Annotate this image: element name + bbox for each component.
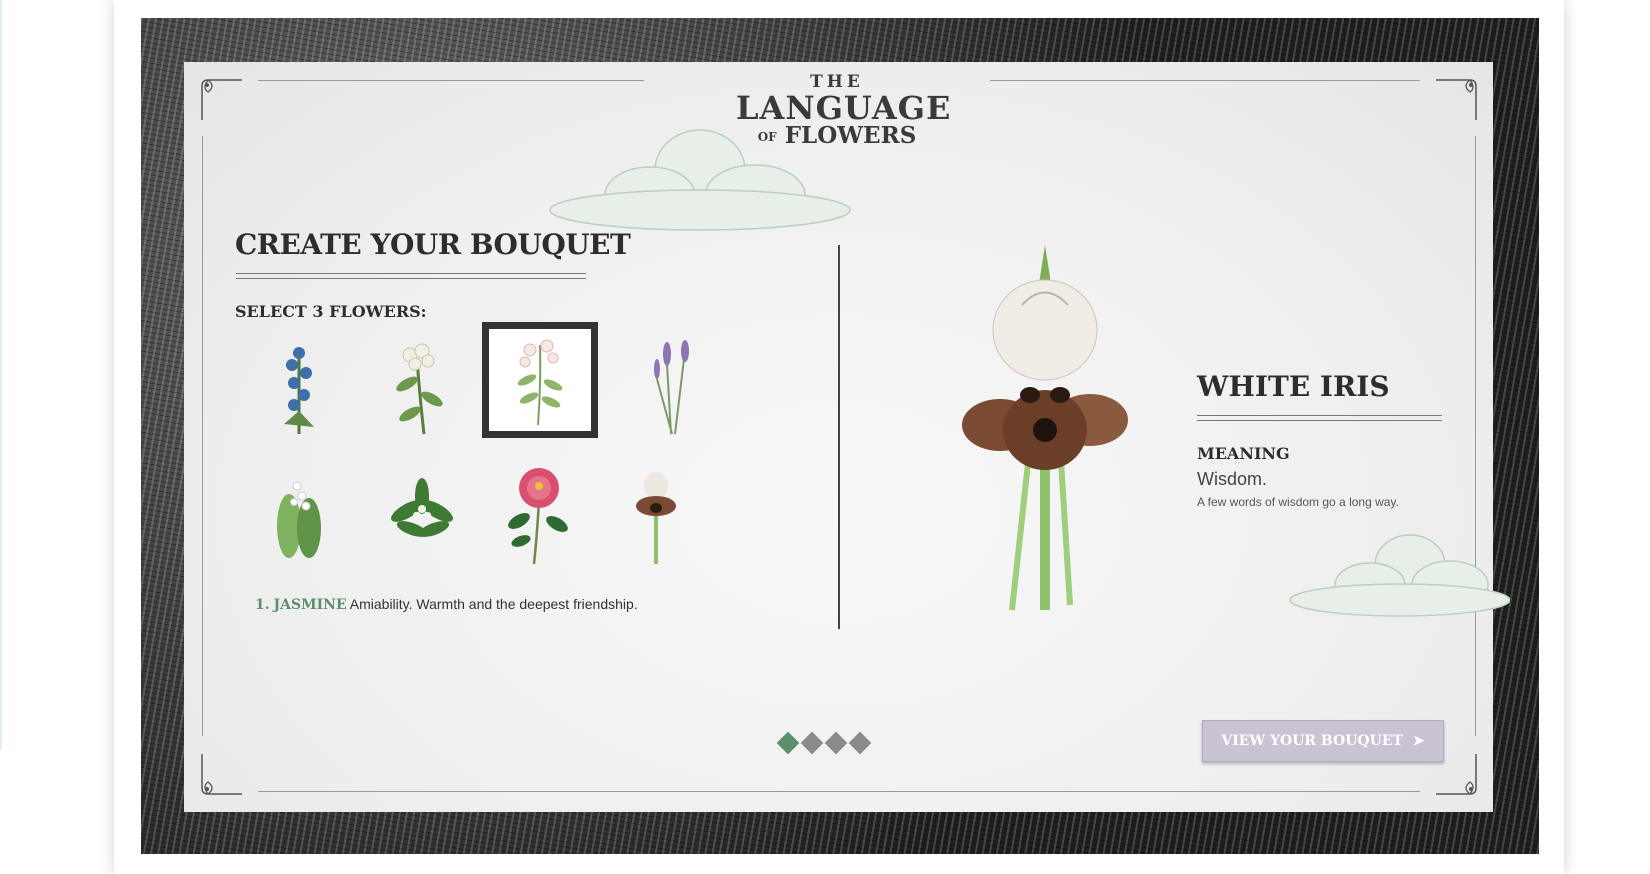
flower-option-8[interactable] (602, 462, 710, 570)
white-cluster-flower-icon (396, 343, 443, 435)
site-logo[interactable]: THE LANGUAGE OF FLOWERS (736, 70, 952, 170)
selected-flower-name: JASMINE (273, 597, 347, 613)
blue-larkspur-flower-icon (284, 347, 314, 434)
section-divider (838, 245, 840, 629)
jasmine-flower-icon (517, 339, 563, 426)
logo-line-of: OF (757, 130, 777, 144)
select-flowers-label: SELECT 3 FLOWERS: (235, 302, 427, 321)
step-dot-4[interactable] (848, 731, 872, 755)
flower-option-6[interactable] (368, 462, 476, 570)
selected-flower-number: 1. (255, 597, 270, 613)
step-pagination (776, 731, 872, 755)
page-edge-rule (0, 0, 2, 750)
logo-line-flowers: FLOWERS (784, 122, 917, 149)
bouquet-heading: CREATE YOUR BOUQUET (235, 228, 631, 261)
flower-option-5[interactable] (245, 462, 353, 570)
step-dot-1[interactable] (776, 731, 800, 755)
view-bouquet-button[interactable]: VIEW YOUR BOUQUET ➤ (1202, 720, 1444, 762)
flower-option-1[interactable] (245, 335, 353, 443)
view-bouquet-label: VIEW YOUR BOUQUET (1221, 733, 1403, 749)
flower-option-2[interactable] (363, 335, 471, 443)
flower-detail-title: WHITE IRIS (1197, 370, 1390, 403)
detail-double-rule (1197, 415, 1442, 421)
heading-double-rule (236, 273, 586, 279)
meaning-value: Wisdom. (1197, 469, 1268, 489)
flower-option-4[interactable] (620, 335, 728, 443)
arrow-right-icon: ➤ (1412, 733, 1425, 749)
step-dot-2[interactable] (800, 731, 824, 755)
flower-option-7[interactable] (485, 462, 593, 570)
meaning-label: MEANING (1197, 444, 1290, 463)
lily-of-the-valley-flower-icon (277, 481, 321, 558)
logo-line-language: LANGUAGE (736, 89, 952, 127)
white-iris-illustration-icon (962, 245, 1128, 611)
lavender-flower-icon (654, 340, 689, 435)
pink-rose-flower-icon (508, 468, 568, 565)
flower-option-3[interactable] (482, 322, 598, 438)
white-iris-flower-icon (636, 472, 676, 564)
meaning-description: A few words of wisdom go a long way. (1197, 495, 1399, 509)
selected-flower-status: 1. JASMINE Amiability. Warmth and the de… (255, 596, 638, 613)
selected-flower-meaning: Amiability. Warmth and the deepest frien… (349, 596, 638, 612)
step-dot-3[interactable] (824, 731, 848, 755)
green-leafy-flower-icon (391, 478, 453, 537)
